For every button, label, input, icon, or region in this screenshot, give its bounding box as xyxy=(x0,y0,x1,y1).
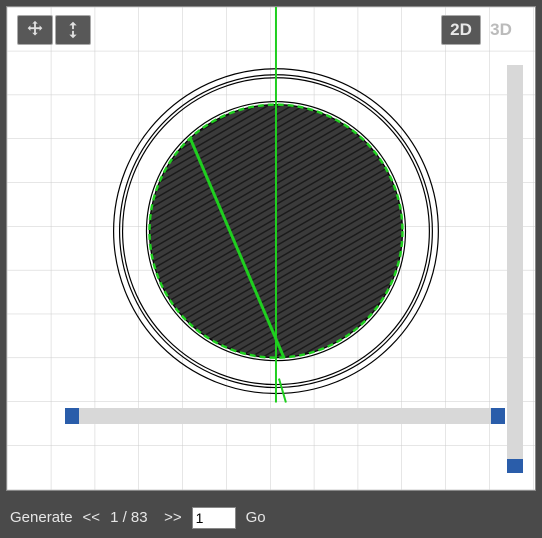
vscroll-thumb[interactable] xyxy=(507,459,523,473)
prev-layer-button[interactable]: << xyxy=(83,509,101,526)
vertical-scrollbar[interactable] xyxy=(507,65,523,473)
app-root: 2D 3D Generate << 1 / 83 >> Go xyxy=(0,0,542,538)
vscroll-track xyxy=(507,65,523,473)
layer-input[interactable] xyxy=(192,507,236,529)
updown-arrows-icon xyxy=(62,19,84,41)
go-button[interactable]: Go xyxy=(246,509,266,526)
move-arrows-icon xyxy=(24,19,46,41)
view-2d-button[interactable]: 2D xyxy=(441,15,481,45)
pan-tool-button[interactable] xyxy=(17,15,53,45)
horizontal-scrollbar[interactable] xyxy=(65,408,505,424)
view-3d-button[interactable]: 3D xyxy=(481,15,521,45)
next-layer-button[interactable]: >> xyxy=(164,509,182,526)
rotate-tool-button[interactable] xyxy=(55,15,91,45)
layer-indicator: 1 / 83 xyxy=(110,509,154,526)
generate-button[interactable]: Generate xyxy=(10,509,73,526)
hscroll-track xyxy=(65,408,505,424)
viewport-3d-2d[interactable]: 2D 3D xyxy=(6,6,536,491)
view-mode-toggle: 2D 3D xyxy=(441,15,521,45)
hscroll-thumb-left[interactable] xyxy=(65,408,79,424)
toolbar-top-left xyxy=(17,15,91,45)
hscroll-thumb-right[interactable] xyxy=(491,408,505,424)
bottom-bar: Generate << 1 / 83 >> Go xyxy=(0,497,542,538)
